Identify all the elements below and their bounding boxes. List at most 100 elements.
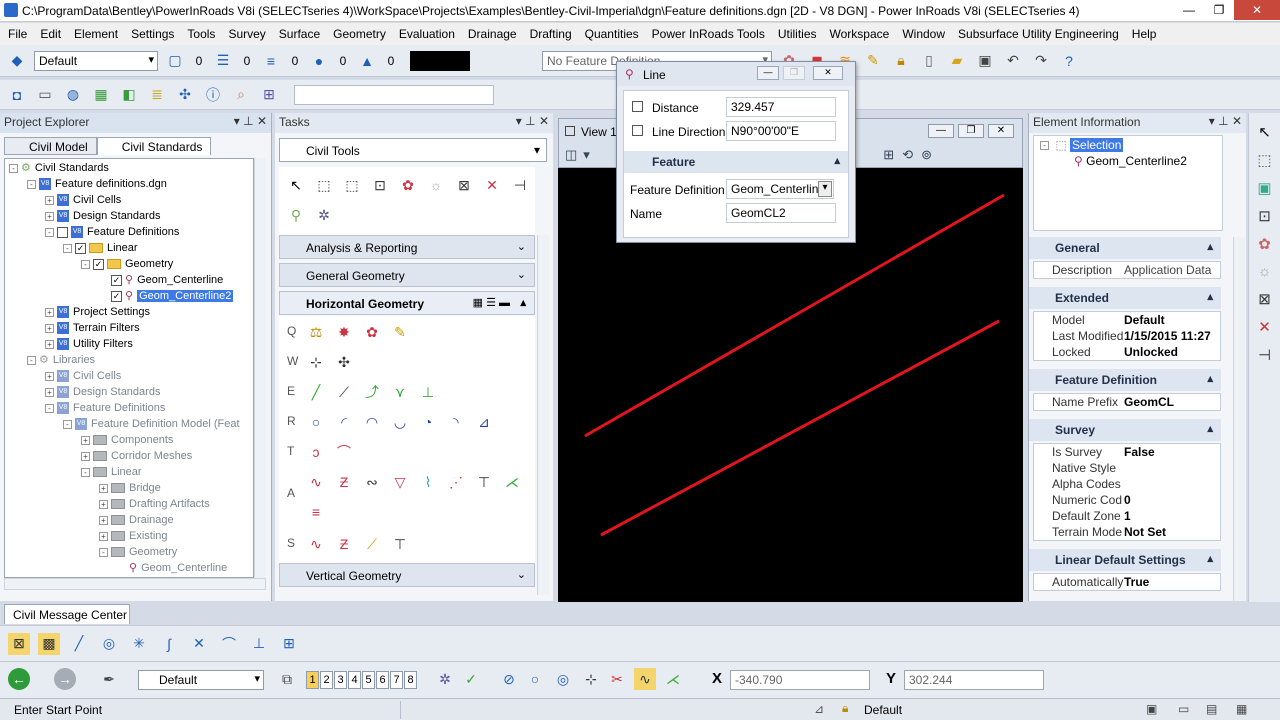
- selection-node[interactable]: - ⬚ Selection: [1040, 138, 1124, 152]
- image-icon[interactable]: ▦: [90, 84, 112, 106]
- rotate-view-icon[interactable]: ⟲: [902, 147, 913, 163]
- priority-icon[interactable]: ▲: [356, 50, 378, 72]
- tree-node[interactable]: + V8 Civil Cells: [9, 368, 253, 384]
- menu-element[interactable]: Element: [74, 27, 118, 41]
- circle-target-icon[interactable]: ⊘: [498, 668, 520, 690]
- palette-icon[interactable]: ✿: [397, 174, 419, 196]
- edit-curve-icon[interactable]: ⋌: [662, 668, 684, 690]
- view-close-button[interactable]: ✕: [988, 124, 1014, 138]
- lane-icon[interactable]: ≡: [305, 501, 327, 523]
- menu-file[interactable]: File: [8, 27, 27, 41]
- expand-icon[interactable]: +: [99, 483, 108, 493]
- tree-node[interactable]: + V8 Design Standards: [9, 384, 253, 400]
- delete-x-icon[interactable]: ✕: [1258, 318, 1271, 336]
- collapse-icon[interactable]: -: [63, 243, 72, 253]
- panel-controls-icon[interactable]: ▾ ⊥ ✕: [1209, 114, 1242, 128]
- document-icon[interactable]: ▭: [34, 84, 56, 106]
- tree-node[interactable]: + Drainage: [9, 512, 253, 528]
- transform-icon[interactable]: ⊠: [1258, 290, 1271, 308]
- chevron-down-icon[interactable]: ▾: [583, 147, 590, 163]
- expand-icon[interactable]: +: [45, 339, 54, 349]
- maximize-button[interactable]: ❐: [1204, 0, 1234, 20]
- tree-checkbox[interactable]: ✓: [75, 242, 86, 254]
- menu-drainage[interactable]: Drainage: [468, 27, 517, 41]
- distance-lock-checkbox[interactable]: [632, 101, 643, 112]
- intersection-snap-icon[interactable]: ✳: [128, 633, 150, 655]
- save-status-icon[interactable]: ▣: [1146, 702, 1157, 716]
- expand-icon[interactable]: +: [45, 211, 54, 221]
- help-icon[interactable]: ?: [1058, 50, 1080, 72]
- pointer-icon[interactable]: ⊹: [580, 668, 602, 690]
- menu-settings[interactable]: Settings: [131, 27, 174, 41]
- palette-icon[interactable]: ✿: [361, 321, 383, 343]
- view-3-button[interactable]: 3: [334, 671, 347, 689]
- bounding-snap-icon[interactable]: ⊞: [278, 633, 300, 655]
- ruler-icon[interactable]: ⟋: [361, 533, 383, 555]
- view-7-button[interactable]: 7: [390, 671, 403, 689]
- property-row[interactable]: Model Default: [1034, 312, 1220, 328]
- expand-icon[interactable]: +: [99, 515, 108, 525]
- expand-icon[interactable]: +: [81, 451, 90, 461]
- property-row[interactable]: Alpha Codes: [1034, 476, 1220, 492]
- select-box-icon[interactable]: ⬚: [313, 174, 335, 196]
- view-restore-button[interactable]: ❐: [958, 124, 984, 138]
- select-region-icon[interactable]: ⬚: [341, 174, 363, 196]
- expand-icon[interactable]: +: [45, 195, 54, 205]
- collapse-icon[interactable]: -: [27, 179, 36, 189]
- distance-field[interactable]: 329.457: [726, 97, 836, 117]
- model-status-icon[interactable]: ▭: [1178, 702, 1189, 716]
- arc-icon[interactable]: ◜: [333, 411, 355, 433]
- expand-icon[interactable]: +: [81, 435, 90, 445]
- expand-icon[interactable]: +: [45, 371, 54, 381]
- menu-workspace[interactable]: Workspace: [830, 27, 890, 41]
- point-circle-icon[interactable]: ○: [524, 668, 546, 690]
- pen-icon[interactable]: ✒: [98, 668, 120, 690]
- survey-pin-icon[interactable]: ⚲: [285, 204, 307, 226]
- menu-tools[interactable]: Tools: [187, 27, 215, 41]
- collapse-icon[interactable]: -: [81, 259, 90, 269]
- arc-three-icon[interactable]: ◡: [389, 411, 411, 433]
- property-row[interactable]: AutomaticallyTrue: [1034, 574, 1220, 590]
- star-icon[interactable]: ✸: [333, 321, 355, 343]
- menu-surface[interactable]: Surface: [279, 27, 320, 41]
- snap-status-icon[interactable]: ⊿: [814, 702, 824, 716]
- snap-mode-icon[interactable]: ⊠: [8, 632, 30, 655]
- center-snap-icon[interactable]: ◎: [98, 633, 120, 655]
- panel-controls-icon[interactable]: ▾ ⊥ ✕: [234, 114, 267, 128]
- transition-icon[interactable]: ⌒: [333, 441, 355, 463]
- point-icon[interactable]: ⊹: [305, 351, 327, 373]
- centerline-element-2[interactable]: [600, 319, 1000, 537]
- tree-node[interactable]: + V8 Project Settings: [9, 304, 253, 320]
- menu-survey[interactable]: Survey: [228, 27, 265, 41]
- arc-snap-icon[interactable]: ⌒: [218, 633, 240, 655]
- name-field[interactable]: GeomCL2: [726, 203, 836, 223]
- back-arrow-icon[interactable]: ←: [8, 668, 30, 690]
- tree-node[interactable]: + V8 Civil Cells: [9, 192, 253, 208]
- view-2-button[interactable]: 2: [320, 671, 333, 689]
- trim-icon[interactable]: ✂: [606, 668, 628, 690]
- line-perp-icon[interactable]: ⊥: [417, 381, 439, 403]
- tab-civil-model[interactable]: Civil Model: [4, 137, 97, 155]
- menu-quantities[interactable]: Quantities: [585, 27, 639, 41]
- join-icon[interactable]: ⋌: [501, 471, 523, 493]
- tree-node[interactable]: + Drafting Artifacts: [9, 496, 253, 512]
- tree-node[interactable]: - V8 Feature Definitions: [9, 400, 253, 416]
- open-folder-icon[interactable]: ▰: [946, 50, 968, 72]
- crosshair-icon[interactable]: ✣: [174, 84, 196, 106]
- tree-node[interactable]: ✓ ⚲ Geom_Centerline2: [9, 288, 253, 304]
- arc-fillet-icon[interactable]: ⊿: [473, 411, 495, 433]
- curve-chain-icon[interactable]: ∾: [361, 471, 383, 493]
- check-icon[interactable]: ✓: [460, 668, 482, 690]
- direction-field[interactable]: N90°00'00"E: [726, 121, 836, 141]
- element-selection-icon[interactable]: ◆: [6, 50, 28, 72]
- parallel-icon[interactable]: ⊤: [473, 471, 495, 493]
- menu-power-inroads-tools[interactable]: Power InRoads Tools: [652, 27, 765, 41]
- point-plus-icon[interactable]: ✣: [333, 351, 355, 373]
- save-icon[interactable]: ▣: [974, 50, 996, 72]
- camera-icon[interactable]: ⊚: [921, 147, 932, 163]
- level-combo[interactable]: Default: [34, 50, 158, 71]
- tree-node[interactable]: - ✓ Geometry: [9, 256, 253, 272]
- curve-snap-icon[interactable]: ∿: [634, 668, 656, 690]
- section-analysis-reporting[interactable]: Analysis & Reporting ⌄: [279, 235, 535, 259]
- zigzag-icon[interactable]: Ƶ: [333, 533, 355, 555]
